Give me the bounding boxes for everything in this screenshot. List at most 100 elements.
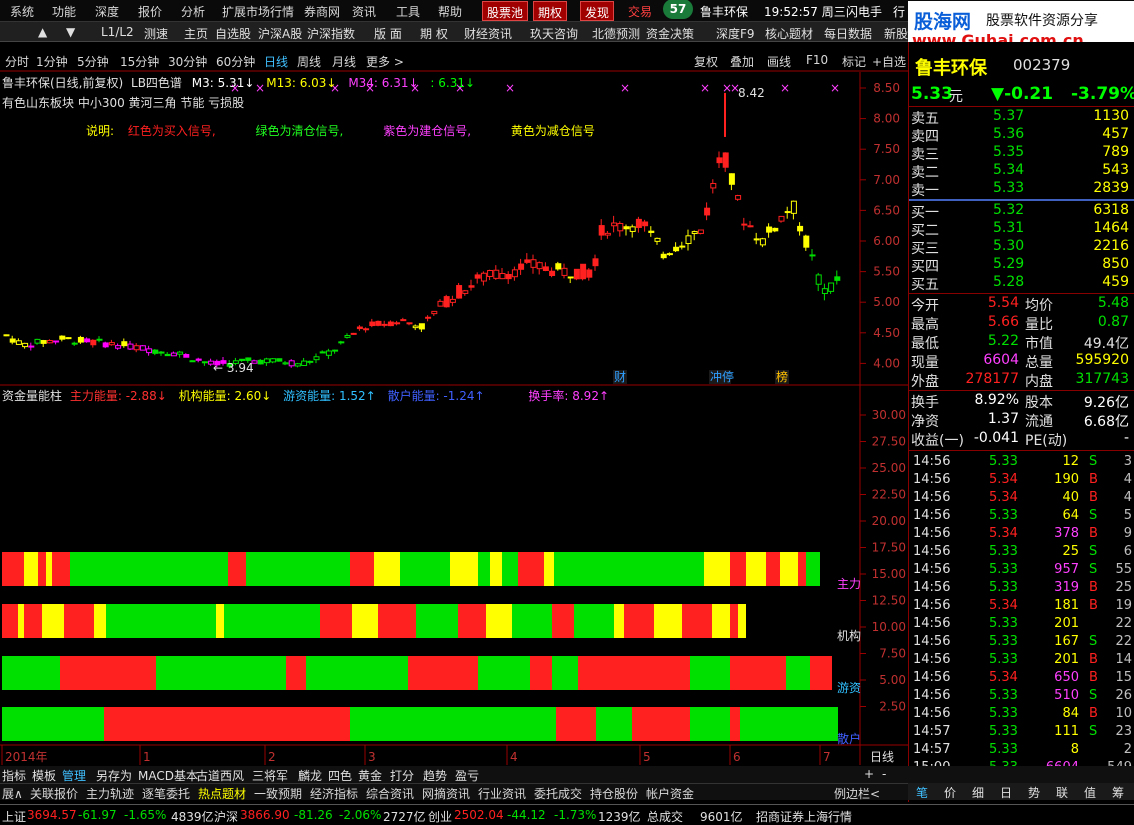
energy-band-segment xyxy=(224,604,320,638)
indicator-tab-5[interactable]: 古道西风 xyxy=(196,767,244,783)
right-tab-7[interactable]: 筹 xyxy=(1112,784,1124,801)
energy-band-segment xyxy=(2,707,104,741)
indicator-tab-9[interactable]: 黄金 xyxy=(358,767,382,783)
energy-band-segment xyxy=(156,656,286,690)
candle-body xyxy=(443,296,450,308)
energy-band-segment xyxy=(806,552,820,586)
indicator-tab-3[interactable]: 另存为 xyxy=(96,767,132,783)
right-tab-6[interactable]: 值 xyxy=(1084,784,1096,801)
indicator-tab-6[interactable]: 三将军 xyxy=(252,767,288,783)
right-tab-0[interactable]: 笔 xyxy=(916,784,928,801)
info-tab-3[interactable]: 逐笔委托 xyxy=(142,785,190,800)
draw-button[interactable]: 画线 xyxy=(767,53,791,69)
indicator-tab-2[interactable]: 管理 xyxy=(62,767,86,783)
tick-row: 14:56 5.33 84 B 10 xyxy=(913,706,1132,721)
indicator-tab-1[interactable]: 模板 xyxy=(32,767,56,783)
candle-body xyxy=(183,354,190,358)
info-tab-11[interactable]: 持仓股份 xyxy=(590,785,638,800)
energy-band-segment xyxy=(530,656,552,690)
candle-body xyxy=(127,343,134,350)
period-30min[interactable]: 30分钟 xyxy=(168,53,207,69)
period-more[interactable]: 更多 > xyxy=(366,53,404,69)
sub-tick-label: 30.00 xyxy=(872,408,906,422)
f10-button[interactable]: F10 xyxy=(806,53,828,67)
stat-row: 今开 5.54 均价 5.48 xyxy=(911,295,1129,314)
price-tick-label: 4.00 xyxy=(873,356,900,370)
period-5min[interactable]: 5分钟 xyxy=(77,53,109,69)
candle-body xyxy=(487,269,494,277)
bid-row[interactable]: 买五 5.28 459 xyxy=(909,274,1134,293)
indicator-tab-8[interactable]: 四色 xyxy=(328,767,352,783)
right-tab-1[interactable]: 价 xyxy=(944,784,956,801)
right-tab-4[interactable]: 势 xyxy=(1028,784,1040,801)
build-signal-mark: × xyxy=(730,81,740,95)
signal-legend: 说明: 红色为买入信号, 绿色为清仓信号, 紫色为建仓信号, 黄色为减仓信号 xyxy=(86,124,595,138)
low-label: ← 3.94 xyxy=(213,361,254,375)
info-tab-6[interactable]: 经济指标 xyxy=(310,785,358,800)
candle-body xyxy=(716,157,723,164)
ask-row[interactable]: 卖三 5.35 789 xyxy=(909,144,1134,163)
candle-body xyxy=(282,362,289,365)
candle-body xyxy=(598,225,605,236)
info-tab-7[interactable]: 综合资讯 xyxy=(366,785,414,800)
info-tab-5[interactable]: 一致预期 xyxy=(254,785,302,800)
candle-body xyxy=(301,360,308,366)
period-1min[interactable]: 1分钟 xyxy=(36,53,68,69)
period-monthly[interactable]: 月线 xyxy=(332,53,356,69)
price-summary: 5.33 元 ▼-0.21 -3.79% xyxy=(909,84,1134,106)
energy-band-segment xyxy=(478,552,490,586)
period-intraday[interactable]: 分时 xyxy=(5,53,29,69)
kline-chart[interactable]: 8.50 8.00 7.50 7.00 6.50 6.00 5.50 5.00 4.50 4.00… xyxy=(0,0,908,765)
indicator-tab-7[interactable]: 麟龙 xyxy=(298,767,322,783)
overlay-button[interactable]: 叠加 xyxy=(730,53,754,69)
indicator-tab-10[interactable]: 打分 xyxy=(390,767,414,783)
right-tab-2[interactable]: 细 xyxy=(972,784,984,801)
period-15min[interactable]: 15分钟 xyxy=(120,53,159,69)
bid-row[interactable]: 买二 5.31 1464 xyxy=(909,220,1134,239)
info-tab-2[interactable]: 主力轨迹 xyxy=(86,785,134,800)
info-tab-0[interactable]: 展∧ xyxy=(2,785,23,800)
right-tab-5[interactable]: 联 xyxy=(1056,784,1068,801)
candle-body xyxy=(567,276,574,279)
period-weekly[interactable]: 周线 xyxy=(297,53,321,69)
indicator-tab-12[interactable]: 盈亏 xyxy=(455,767,479,783)
energy-band-segment xyxy=(614,604,624,638)
bid-row[interactable]: 买三 5.30 2216 xyxy=(909,238,1134,257)
info-tab-9[interactable]: 行业资讯 xyxy=(478,785,526,800)
period-daily[interactable]: 日线 xyxy=(264,53,288,69)
info-tab-1[interactable]: 关联报价 xyxy=(30,785,78,800)
zoom-out-button[interactable]: - xyxy=(882,767,886,781)
candle-body xyxy=(784,211,791,214)
energy-band-segment xyxy=(416,604,458,638)
zoom-in-button[interactable]: + xyxy=(864,767,874,781)
sidebar-toggle[interactable]: 例边栏< xyxy=(834,785,880,800)
candle-body xyxy=(201,361,208,364)
bid-row[interactable]: 买一 5.32 6318 xyxy=(909,202,1134,221)
info-tab-10[interactable]: 委托成交 xyxy=(534,785,582,800)
add-watchlist-button[interactable]: +自选 xyxy=(872,53,906,69)
energy-band-segment xyxy=(216,604,224,638)
ask-row[interactable]: 卖四 5.36 457 xyxy=(909,126,1134,145)
bid-row[interactable]: 买四 5.29 850 xyxy=(909,256,1134,275)
energy-band-segment xyxy=(2,552,24,586)
adjust-button[interactable]: 复权 xyxy=(694,53,718,69)
mark-button[interactable]: 标记 xyxy=(842,53,866,69)
indicator-tab-11[interactable]: 趋势 xyxy=(423,767,447,783)
indicator-tab-4[interactable]: MACD基本 xyxy=(138,767,198,783)
ask-row[interactable]: 卖五 5.37 1130 xyxy=(909,108,1134,127)
info-tab-8[interactable]: 网摘资讯 xyxy=(422,785,470,800)
sub-tick-label: 20.00 xyxy=(872,514,906,528)
info-tab-12[interactable]: 帐户资金 xyxy=(646,785,694,800)
candle-body xyxy=(170,352,177,357)
energy-band-segment xyxy=(408,656,478,690)
candle-body xyxy=(511,269,518,278)
candle-body xyxy=(363,328,370,331)
right-tab-3[interactable]: 日 xyxy=(1000,784,1012,801)
indicator-tab-0[interactable]: 指标 xyxy=(2,767,26,783)
candle-body xyxy=(555,263,562,270)
ask-row[interactable]: 卖二 5.34 543 xyxy=(909,162,1134,181)
ask-row[interactable]: 卖一 5.33 2839 xyxy=(909,180,1134,199)
build-signal-mark: × xyxy=(780,81,790,95)
info-tab-4[interactable]: 热点题材 xyxy=(198,785,246,800)
period-60min[interactable]: 60分钟 xyxy=(216,53,255,69)
